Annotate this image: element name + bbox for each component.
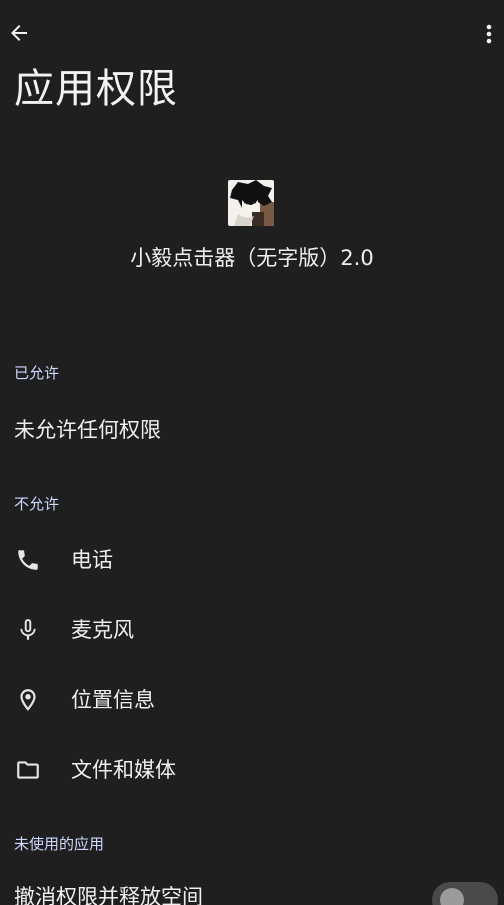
no-permissions-allowed-text: 未允许任何权限 [14,418,161,442]
page-title: 应用权限 [14,66,178,112]
arrow-back-icon [11,25,27,41]
no-permissions-allowed-row: 未允许任何权限 [0,399,504,461]
revoke-permissions-row[interactable]: 撤消权限并释放空间 [0,866,504,905]
app-avatar-icon [228,180,274,226]
permission-label-microphone: 麦克风 [71,618,134,642]
section-header-allowed: 已允许 [14,364,60,382]
app-permissions-screen: 应用权限 小毅点击器（无字版）2.0 已允许 未允许任何权限 不允许 电话 麦克… [0,0,504,905]
toolbar [0,0,504,66]
permission-item-phone[interactable]: 电话 [0,529,504,591]
revoke-permissions-label: 撤消权限并释放空间 [14,885,203,905]
section-header-unused-apps: 未使用的应用 [14,835,105,853]
permission-label-phone: 电话 [71,548,113,572]
permission-label-files-media: 文件和媒体 [71,758,176,782]
app-name: 小毅点击器（无字版）2.0 [130,246,374,270]
permission-label-location: 位置信息 [71,688,155,712]
phone-icon [14,546,42,574]
microphone-icon [14,616,42,644]
folder-icon [14,756,42,784]
section-header-denied: 不允许 [14,495,60,513]
permission-item-files-media[interactable]: 文件和媒体 [0,739,504,801]
permission-item-location[interactable]: 位置信息 [0,669,504,731]
toggle-knob [440,888,464,905]
back-button[interactable] [4,18,34,48]
more-options-button[interactable] [478,20,500,48]
revoke-permissions-toggle[interactable] [432,882,498,905]
permission-item-microphone[interactable]: 麦克风 [0,599,504,661]
location-pin-icon [14,686,42,714]
more-vert-icon [486,24,492,44]
